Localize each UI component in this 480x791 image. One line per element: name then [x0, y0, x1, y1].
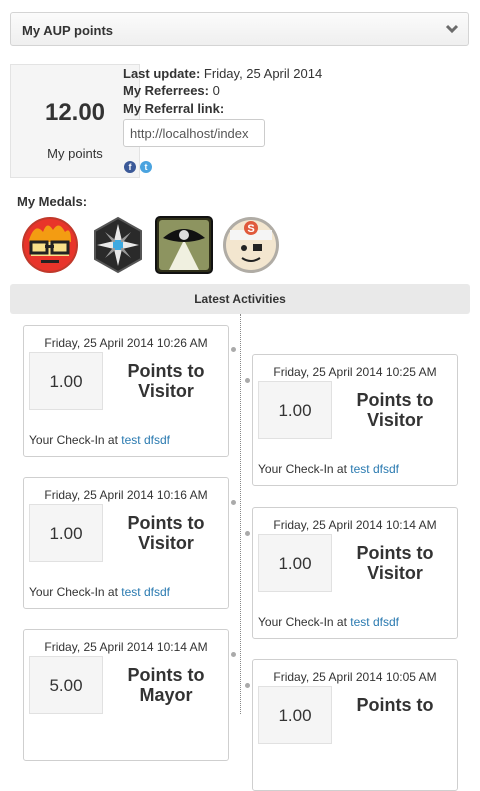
activity-points-value: 1.00	[278, 401, 312, 420]
activity-footer: Your Check-In at test dfsdf	[29, 433, 170, 447]
eye-road-medal-icon[interactable]	[155, 216, 213, 274]
points-label: My points	[47, 146, 103, 161]
activity-title: Points to Visitor	[356, 543, 434, 583]
medals-title: My Medals:	[17, 194, 88, 209]
timeline-dot	[245, 683, 250, 688]
activity-date: Friday, 25 April 2014 10:14 AM	[273, 518, 437, 532]
activity-points-value: 1.00	[49, 372, 83, 391]
facebook-icon[interactable]: f	[124, 161, 136, 173]
activity-date: Friday, 25 April 2014 10:14 AM	[44, 640, 208, 654]
timeline-dot	[231, 652, 236, 657]
sailor-face-medal-icon[interactable]: S	[222, 216, 280, 274]
compass-star-medal-icon[interactable]	[89, 216, 147, 274]
activity-points-box: 1.00	[258, 534, 332, 592]
activity-venue-link[interactable]: test dfsdf	[121, 585, 170, 599]
points-value: 12.00	[44, 99, 106, 126]
activity-venue-link[interactable]: test dfsdf	[350, 462, 399, 476]
latest-activities-bar: Latest Activities	[10, 284, 470, 314]
timeline-dot	[231, 347, 236, 352]
activity-points-box: 1.00	[258, 686, 332, 744]
activity-date: Friday, 25 April 2014 10:26 AM	[44, 336, 208, 350]
activity-card[interactable]: Friday, 25 April 2014 10:26 AM 1.00 Poin…	[23, 325, 229, 457]
referral-line: My Referral link:	[123, 101, 224, 116]
latest-activities-title: Latest Activities	[194, 292, 286, 306]
activity-card[interactable]: Friday, 25 April 2014 10:16 AM 1.00 Poin…	[23, 477, 229, 609]
activity-points-box: 5.00	[29, 656, 103, 714]
activity-card[interactable]: Friday, 25 April 2014 10:05 AM 1.00 Poin…	[252, 659, 458, 791]
activity-points-value: 1.00	[49, 524, 83, 543]
activity-points-box: 1.00	[258, 381, 332, 439]
activity-date: Friday, 25 April 2014 10:25 AM	[273, 365, 437, 379]
activity-card[interactable]: Friday, 25 April 2014 10:14 AM 1.00 Poin…	[252, 507, 458, 639]
timeline-dot	[231, 500, 236, 505]
activity-title: Points to Visitor	[127, 361, 205, 401]
activity-venue-link[interactable]: test dfsdf	[121, 433, 170, 447]
activity-points-value: 1.00	[278, 706, 312, 725]
referral-link-input[interactable]	[123, 119, 265, 147]
activity-points-box: 1.00	[29, 352, 103, 410]
activity-points-value: 5.00	[49, 676, 83, 695]
timeline-dot	[245, 378, 250, 383]
activity-footer: Your Check-In at test dfsdf	[258, 462, 399, 476]
referrees-value: 0	[212, 83, 220, 98]
activity-title: Points to Visitor	[356, 390, 434, 430]
timeline-dot	[245, 531, 250, 536]
activity-title: Points to Mayor	[127, 665, 205, 705]
last-update-label: Last update:	[123, 66, 201, 81]
last-update-line: Last update: Friday, 25 April 2014	[123, 66, 322, 81]
referrees-label: My Referrees:	[123, 83, 209, 98]
my-points-box: 12.00 My points	[10, 64, 140, 178]
activity-date: Friday, 25 April 2014 10:05 AM	[273, 670, 437, 684]
twitter-icon[interactable]: t	[140, 161, 152, 173]
header-title: My AUP points	[22, 23, 114, 38]
activity-points-value: 1.00	[278, 554, 312, 573]
activity-title: Points to	[356, 695, 434, 715]
timeline-line	[240, 314, 241, 714]
activity-footer: Your Check-In at test dfsdf	[258, 615, 399, 629]
referral-label: My Referral link:	[123, 101, 225, 116]
angry-face-medal-icon[interactable]	[21, 216, 79, 274]
referrees-line: My Referrees: 0	[123, 83, 220, 98]
activity-venue-link[interactable]: test dfsdf	[350, 615, 399, 629]
activity-footer: Your Check-In at test dfsdf	[29, 585, 170, 599]
svg-text:S: S	[247, 223, 254, 235]
activity-points-box: 1.00	[29, 504, 103, 562]
activity-date: Friday, 25 April 2014 10:16 AM	[44, 488, 208, 502]
activity-card[interactable]: Friday, 25 April 2014 10:14 AM 5.00 Poin…	[23, 629, 229, 761]
activity-card[interactable]: Friday, 25 April 2014 10:25 AM 1.00 Poin…	[252, 354, 458, 486]
chevron-down-icon[interactable]	[444, 22, 460, 36]
last-update-value: Friday, 25 April 2014	[203, 66, 323, 81]
activity-title: Points to Visitor	[127, 513, 205, 553]
aup-points-header[interactable]: My AUP points	[10, 12, 469, 46]
